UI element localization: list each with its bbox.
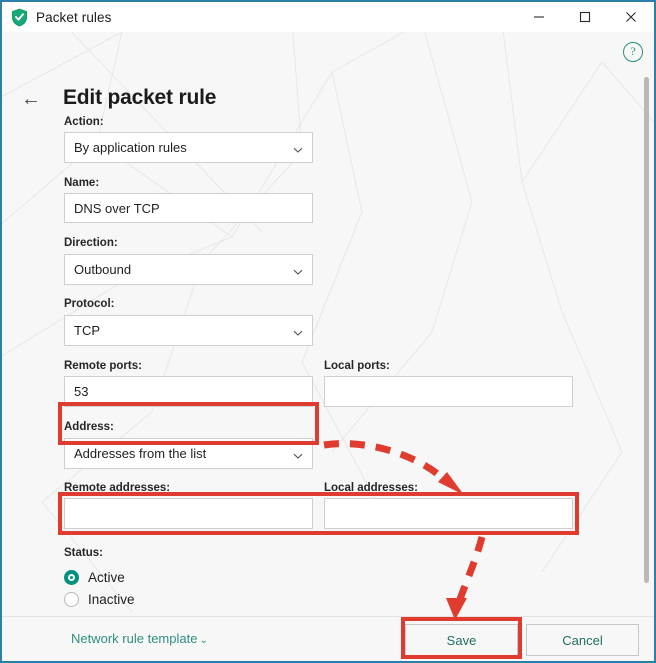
- back-arrow-icon[interactable]: ←: [19, 88, 43, 110]
- chevron-down-icon: [293, 449, 303, 459]
- protocol-value: TCP: [74, 323, 100, 338]
- name-label: Name:: [64, 177, 100, 189]
- close-button[interactable]: [608, 2, 654, 32]
- remote-ports-label: Remote ports:: [64, 360, 142, 372]
- remote-addresses-input[interactable]: [64, 498, 313, 529]
- remote-addresses-label: Remote addresses:: [64, 482, 171, 494]
- help-icon[interactable]: ?: [623, 42, 643, 62]
- minimize-button[interactable]: [516, 2, 562, 32]
- window-titlebar: Packet rules: [2, 2, 654, 32]
- local-addresses-input[interactable]: [324, 498, 573, 529]
- direction-dropdown[interactable]: Outbound: [64, 254, 313, 285]
- chevron-down-icon: [293, 326, 303, 336]
- local-ports-input[interactable]: [324, 376, 573, 407]
- chevron-down-icon: [293, 265, 303, 275]
- remote-ports-input[interactable]: 53: [64, 376, 313, 407]
- protocol-label: Protocol:: [64, 298, 115, 310]
- vertical-scrollbar[interactable]: [642, 77, 651, 593]
- radio-unselected-icon: [64, 592, 79, 607]
- window-controls: [516, 2, 654, 32]
- radio-selected-icon: [64, 570, 79, 585]
- window-title: Packet rules: [36, 9, 112, 25]
- dialog-footer: Network rule template ⌄ Save Cancel: [2, 616, 654, 661]
- action-dropdown[interactable]: By application rules: [64, 132, 313, 163]
- network-rule-template-label: Network rule template: [71, 631, 198, 646]
- name-value: DNS over TCP: [74, 200, 160, 216]
- status-radio-active[interactable]: Active: [64, 570, 125, 585]
- protocol-dropdown[interactable]: TCP: [64, 315, 313, 346]
- app-shield-icon: [2, 8, 36, 27]
- address-label: Address:: [64, 421, 114, 433]
- action-value: By application rules: [74, 140, 187, 155]
- content-area: ? ← Edit packet rule Action: By applicat…: [2, 32, 654, 616]
- status-label: Status:: [64, 547, 103, 559]
- chevron-down-icon: [293, 143, 303, 153]
- network-rule-template-link[interactable]: Network rule template ⌄: [71, 631, 208, 646]
- local-addresses-label: Local addresses:: [324, 482, 418, 494]
- page-title: Edit packet rule: [63, 86, 217, 109]
- cancel-button[interactable]: Cancel: [526, 624, 639, 656]
- address-dropdown[interactable]: Addresses from the list: [64, 438, 313, 469]
- packet-rules-window: Packet rules ? ← Edit packet rule Action…: [0, 0, 656, 663]
- direction-label: Direction:: [64, 237, 118, 249]
- remote-ports-value: 53: [74, 384, 89, 399]
- direction-value: Outbound: [74, 262, 132, 277]
- status-active-label: Active: [88, 570, 125, 585]
- maximize-button[interactable]: [562, 2, 608, 32]
- name-input[interactable]: DNS over TCP: [64, 193, 313, 223]
- scrollbar-thumb[interactable]: [644, 77, 649, 583]
- address-value: Addresses from the list: [74, 446, 207, 461]
- save-button[interactable]: Save: [405, 624, 518, 656]
- chevron-down-icon: ⌄: [199, 635, 208, 646]
- status-inactive-label: Inactive: [88, 592, 135, 607]
- local-ports-label: Local ports:: [324, 360, 390, 372]
- action-label: Action:: [64, 116, 104, 128]
- status-radio-inactive[interactable]: Inactive: [64, 592, 135, 607]
